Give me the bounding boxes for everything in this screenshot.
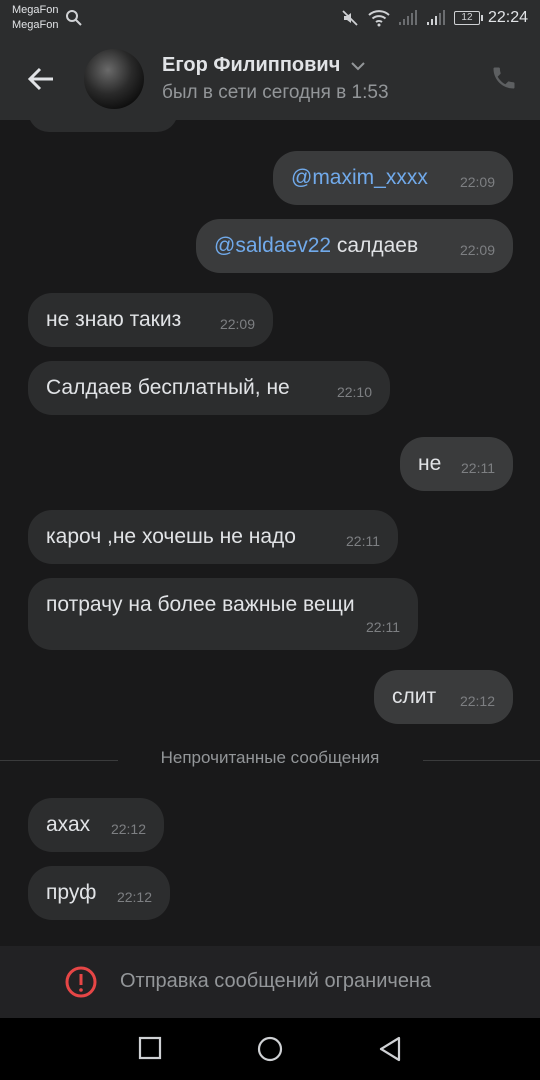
back-arrow-icon[interactable] <box>26 64 56 94</box>
clock: 22:24 <box>487 9 528 26</box>
message-list[interactable]: @maxim_xxxx 22:09 @saldaev22 салдаев 22:… <box>0 120 540 946</box>
message-time: 22:09 <box>459 242 495 258</box>
battery-icon: 12 <box>453 11 483 25</box>
avatar[interactable] <box>84 49 144 109</box>
contact-name: Егор Филиппович <box>162 54 341 76</box>
wifi-icon <box>368 10 390 27</box>
carrier-1: MegaFon <box>12 4 59 16</box>
message-time: 22:12 <box>110 821 146 837</box>
carrier-2: MegaFon <box>12 19 59 31</box>
message-time: 22:09 <box>459 174 495 190</box>
recent-apps-icon[interactable] <box>138 1036 162 1060</box>
message-bubble-partial[interactable] <box>28 120 178 132</box>
message-time: 22:11 <box>346 533 380 549</box>
message-time: 22:12 <box>116 889 152 905</box>
message-bubble-outgoing[interactable]: @maxim_xxxx 22:09 <box>273 151 513 205</box>
home-icon[interactable] <box>257 1036 283 1062</box>
restricted-banner: Отправка сообщений ограничена <box>0 946 540 1018</box>
signal-icon-1 <box>398 10 417 25</box>
restricted-text: Отправка сообщений ограничена <box>120 970 432 992</box>
message-bubble-incoming[interactable]: Салдаев бесплатный, не 22:10 <box>28 361 390 415</box>
message-bubble-incoming[interactable]: ахах 22:12 <box>28 798 164 852</box>
message-text: потрачу на более важные вещи <box>46 593 355 616</box>
message-time: 22:10 <box>336 384 372 400</box>
mention-link[interactable]: @maxim_xxxx <box>291 166 428 189</box>
message-text: не <box>418 452 442 475</box>
status-icons: 12 22:24 <box>340 8 528 28</box>
message-text: кароч ,не хочешь не надо <box>46 525 296 548</box>
signal-icon-2 <box>426 10 445 25</box>
message-bubble-incoming[interactable]: кароч ,не хочешь не надо 22:11 <box>28 510 398 564</box>
mention-link[interactable]: @saldaev22 <box>214 234 331 257</box>
status-bar: MegaFon MegaFon 12 22:24 <box>0 0 540 40</box>
message-time: 22:11 <box>366 619 400 635</box>
message-text: не знаю такиз <box>46 308 182 331</box>
message-text: Салдаев бесплатный, не <box>46 376 290 399</box>
message-bubble-outgoing[interactable]: не 22:11 <box>400 437 513 491</box>
message-text: ахах <box>46 813 91 836</box>
message-bubble-outgoing[interactable]: @saldaev22 салдаев 22:09 <box>196 219 513 273</box>
message-bubble-incoming[interactable]: пруф 22:12 <box>28 866 170 920</box>
message-bubble-outgoing[interactable]: слит 22:12 <box>374 670 513 724</box>
message-time: 22:11 <box>461 460 495 476</box>
search-icon <box>66 10 82 26</box>
warning-icon <box>65 966 97 998</box>
message-time: 22:09 <box>219 316 255 332</box>
back-nav-icon[interactable] <box>377 1036 403 1062</box>
message-text: салдаев <box>331 234 419 257</box>
divider-line-right <box>423 760 540 761</box>
contact-title[interactable]: Егор Филиппович <box>162 54 366 77</box>
system-nav-bar <box>0 1018 540 1080</box>
carrier-labels: MegaFon MegaFon <box>12 3 58 33</box>
last-seen-status: был в сети сегодня в 1:53 <box>162 82 389 103</box>
message-bubble-incoming[interactable]: не знаю такиз 22:09 <box>28 293 273 347</box>
unread-divider: Непрочитанные сообщения <box>160 748 380 767</box>
mute-icon <box>342 10 358 26</box>
message-text: слит <box>392 685 437 708</box>
message-bubble-incoming[interactable]: потрачу на более важные вещи 22:11 <box>28 578 418 650</box>
message-text: пруф <box>46 881 97 904</box>
chevron-down-icon <box>351 61 366 70</box>
chat-header: Егор Филиппович был в сети сегодня в 1:5… <box>0 40 540 120</box>
message-time: 22:12 <box>459 693 495 709</box>
phone-icon[interactable] <box>490 64 518 92</box>
